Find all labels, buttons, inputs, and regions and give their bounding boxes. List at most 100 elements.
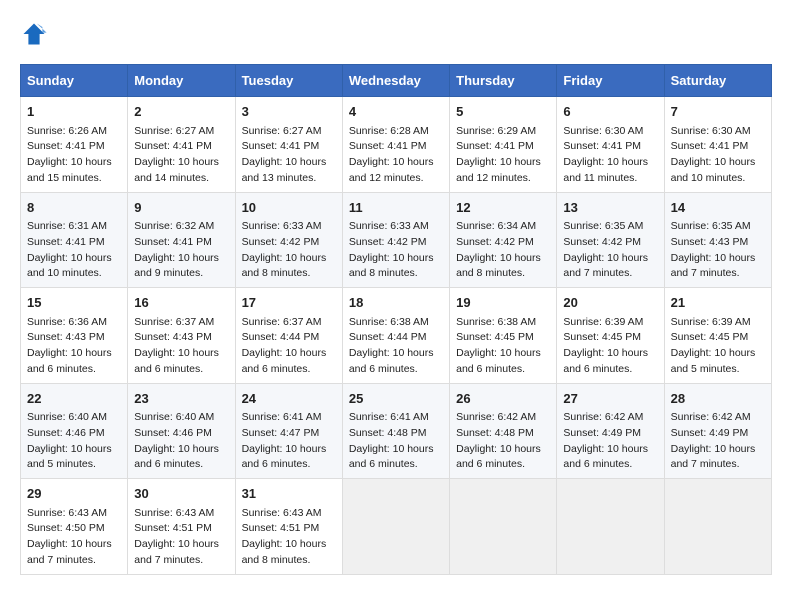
daylight: Daylight: 10 hours and 15 minutes. — [27, 156, 112, 184]
day-number: 23 — [134, 389, 228, 409]
day-number: 9 — [134, 198, 228, 218]
sunrise: Sunrise: 6:41 AM — [349, 411, 429, 423]
day-number: 5 — [456, 102, 550, 122]
calendar-cell: 17Sunrise: 6:37 AMSunset: 4:44 PMDayligh… — [235, 288, 342, 384]
daylight: Daylight: 10 hours and 12 minutes. — [349, 156, 434, 184]
sunset: Sunset: 4:41 PM — [134, 140, 212, 152]
sunset: Sunset: 4:42 PM — [456, 236, 534, 248]
day-number: 21 — [671, 293, 765, 313]
daylight: Daylight: 10 hours and 10 minutes. — [671, 156, 756, 184]
calendar-cell: 14Sunrise: 6:35 AMSunset: 4:43 PMDayligh… — [664, 192, 771, 288]
daylight: Daylight: 10 hours and 8 minutes. — [242, 538, 327, 566]
sunrise: Sunrise: 6:43 AM — [134, 507, 214, 519]
sunset: Sunset: 4:41 PM — [27, 236, 105, 248]
day-number: 7 — [671, 102, 765, 122]
day-header-thursday: Thursday — [450, 65, 557, 97]
day-header-friday: Friday — [557, 65, 664, 97]
sunrise: Sunrise: 6:38 AM — [456, 316, 536, 328]
daylight: Daylight: 10 hours and 6 minutes. — [27, 347, 112, 375]
sunset: Sunset: 4:41 PM — [671, 140, 749, 152]
sunset: Sunset: 4:41 PM — [134, 236, 212, 248]
calendar-cell: 8 Sunrise: 6:31 AM Sunset: 4:41 PM Daylight… — [21, 192, 128, 288]
sunrise: Sunrise: 6:28 AM — [349, 125, 429, 137]
sunrise: Sunrise: 6:43 AM — [242, 507, 322, 519]
sunrise: Sunrise: 6:26 AM — [27, 125, 107, 137]
calendar-header: SundayMondayTuesdayWednesdayThursdayFrid… — [21, 65, 772, 97]
sunset: Sunset: 4:51 PM — [242, 522, 320, 534]
week-row-1: 1 Sunrise: 6:26 AM Sunset: 4:41 PM Daylight… — [21, 97, 772, 193]
sunrise: Sunrise: 6:40 AM — [27, 411, 107, 423]
daylight: Daylight: 10 hours and 12 minutes. — [456, 156, 541, 184]
calendar-cell: 13Sunrise: 6:35 AMSunset: 4:42 PMDayligh… — [557, 192, 664, 288]
sunrise: Sunrise: 6:42 AM — [456, 411, 536, 423]
day-header-sunday: Sunday — [21, 65, 128, 97]
calendar-cell: 15Sunrise: 6:36 AMSunset: 4:43 PMDayligh… — [21, 288, 128, 384]
sunrise: Sunrise: 6:39 AM — [563, 316, 643, 328]
daylight: Daylight: 10 hours and 9 minutes. — [134, 252, 219, 280]
calendar-cell: 18Sunrise: 6:38 AMSunset: 4:44 PMDayligh… — [342, 288, 449, 384]
sunrise: Sunrise: 6:39 AM — [671, 316, 751, 328]
calendar-cell: 10Sunrise: 6:33 AMSunset: 4:42 PMDayligh… — [235, 192, 342, 288]
day-number: 31 — [242, 484, 336, 504]
calendar-cell: 3Sunrise: 6:27 AMSunset: 4:41 PMDaylight… — [235, 97, 342, 193]
day-number: 19 — [456, 293, 550, 313]
daylight: Daylight: 10 hours and 6 minutes. — [456, 443, 541, 471]
sunset: Sunset: 4:41 PM — [349, 140, 427, 152]
day-number: 29 — [27, 484, 121, 504]
calendar-cell: 16Sunrise: 6:37 AMSunset: 4:43 PMDayligh… — [128, 288, 235, 384]
sunset: Sunset: 4:42 PM — [349, 236, 427, 248]
sunrise: Sunrise: 6:27 AM — [134, 125, 214, 137]
sunset: Sunset: 4:47 PM — [242, 427, 320, 439]
calendar-cell: 30 Sunrise: 6:43 AM Sunset: 4:51 PM Dayligh… — [128, 479, 235, 575]
sunset: Sunset: 4:45 PM — [671, 331, 749, 343]
daylight: Daylight: 10 hours and 6 minutes. — [563, 443, 648, 471]
sunset: Sunset: 4:45 PM — [456, 331, 534, 343]
daylight: Daylight: 10 hours and 10 minutes. — [27, 252, 112, 280]
daylight: Daylight: 10 hours and 7 minutes. — [563, 252, 648, 280]
calendar-cell: 21 Sunrise: 6:39 AM Sunset: 4:45 PM Dayligh… — [664, 288, 771, 384]
sunset: Sunset: 4:45 PM — [563, 331, 641, 343]
day-number: 30 — [134, 484, 228, 504]
sunset: Sunset: 4:41 PM — [27, 140, 105, 152]
day-number: 25 — [349, 389, 443, 409]
sunset: Sunset: 4:51 PM — [134, 522, 212, 534]
calendar-cell: 28Sunrise: 6:42 AMSunset: 4:49 PMDayligh… — [664, 383, 771, 479]
daylight: Daylight: 10 hours and 8 minutes. — [456, 252, 541, 280]
day-number: 27 — [563, 389, 657, 409]
calendar-cell: 29Sunrise: 6:43 AMSunset: 4:50 PMDayligh… — [21, 479, 128, 575]
day-number: 4 — [349, 102, 443, 122]
daylight: Daylight: 10 hours and 6 minutes. — [349, 347, 434, 375]
daylight: Daylight: 10 hours and 7 minutes. — [27, 538, 112, 566]
day-number: 18 — [349, 293, 443, 313]
day-number: 8 — [27, 198, 121, 218]
daylight: Daylight: 10 hours and 11 minutes. — [563, 156, 648, 184]
sunset: Sunset: 4:41 PM — [563, 140, 641, 152]
daylight: Daylight: 10 hours and 13 minutes. — [242, 156, 327, 184]
sunrise: Sunrise: 6:30 AM — [563, 125, 643, 137]
calendar-cell: 9Sunrise: 6:32 AMSunset: 4:41 PMDaylight… — [128, 192, 235, 288]
daylight: Daylight: 10 hours and 6 minutes. — [242, 443, 327, 471]
daylight: Daylight: 10 hours and 8 minutes. — [349, 252, 434, 280]
day-header-monday: Monday — [128, 65, 235, 97]
day-number: 1 — [27, 102, 121, 122]
daylight: Daylight: 10 hours and 6 minutes. — [134, 347, 219, 375]
sunrise: Sunrise: 6:31 AM — [27, 220, 107, 232]
calendar-cell — [557, 479, 664, 575]
week-row-2: 8 Sunrise: 6:31 AM Sunset: 4:41 PM Daylight… — [21, 192, 772, 288]
calendar-cell: 20Sunrise: 6:39 AMSunset: 4:45 PMDayligh… — [557, 288, 664, 384]
calendar-cell — [342, 479, 449, 575]
sunrise: Sunrise: 6:34 AM — [456, 220, 536, 232]
day-number: 20 — [563, 293, 657, 313]
daylight: Daylight: 10 hours and 5 minutes. — [27, 443, 112, 471]
day-number: 6 — [563, 102, 657, 122]
sunrise: Sunrise: 6:33 AM — [349, 220, 429, 232]
daylight: Daylight: 10 hours and 7 minutes. — [671, 443, 756, 471]
calendar-cell: 12Sunrise: 6:34 AMSunset: 4:42 PMDayligh… — [450, 192, 557, 288]
sunrise: Sunrise: 6:41 AM — [242, 411, 322, 423]
sunset: Sunset: 4:49 PM — [563, 427, 641, 439]
daylight: Daylight: 10 hours and 5 minutes. — [671, 347, 756, 375]
daylight: Daylight: 10 hours and 7 minutes. — [134, 538, 219, 566]
day-number: 24 — [242, 389, 336, 409]
calendar-cell: 5Sunrise: 6:29 AMSunset: 4:41 PMDaylight… — [450, 97, 557, 193]
sunrise: Sunrise: 6:40 AM — [134, 411, 214, 423]
